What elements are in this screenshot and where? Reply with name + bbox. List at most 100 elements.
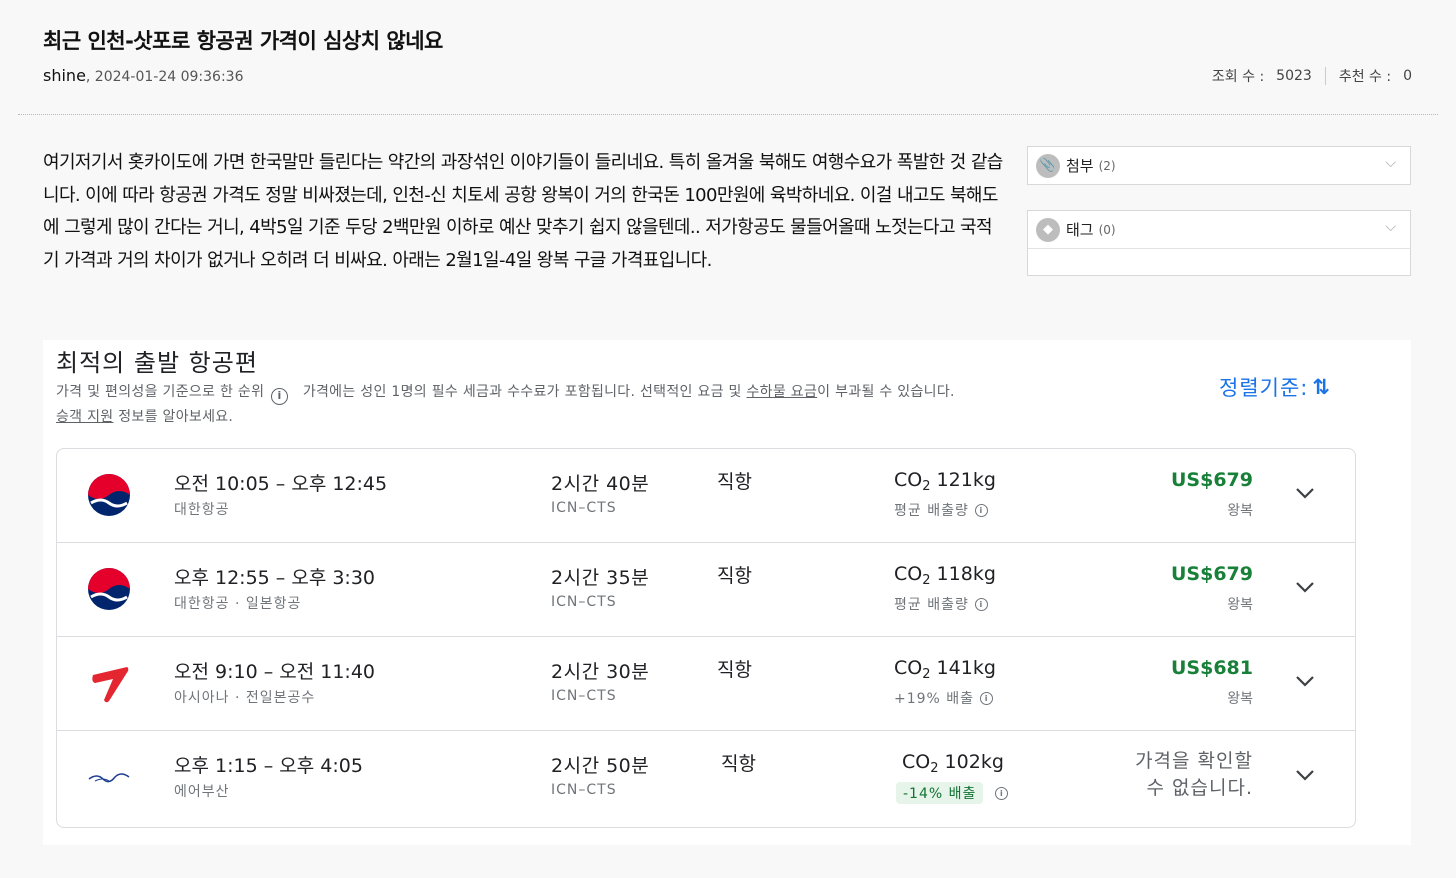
co2-prefix: CO	[894, 657, 923, 679]
tags-count: (0)	[1098, 222, 1116, 237]
emission-label: 평균 배출량	[894, 503, 969, 519]
expand-chevron-icon[interactable]	[1291, 573, 1319, 601]
emission-badge: -14% 배출	[896, 782, 984, 804]
trip-type: 왕복	[1227, 597, 1253, 613]
price-unavailable-line2: 수 없습니다.	[1146, 777, 1253, 799]
attachments-panel[interactable]: 📎 첨부 (2) ⌵	[1027, 146, 1411, 185]
air-busan-logo	[88, 773, 130, 783]
flight-route: ICN–CTS	[551, 688, 617, 704]
info-icon[interactable]: i	[974, 597, 988, 611]
recommend-label: 추천 수 :	[1338, 69, 1392, 85]
passenger-support-link[interactable]: 승객 지원	[56, 409, 113, 425]
support-note: 정보를 알아보세요.	[113, 409, 234, 425]
emission-note: 평균 배출량 i	[894, 594, 988, 614]
flight-row[interactable]: 오전 10:05 – 오후 12:45 대한항공 2시간 40분 ICN–CTS…	[57, 449, 1355, 543]
tags-panel[interactable]: ◆ 태그 (0) ⌵	[1027, 210, 1411, 276]
emission-note: +19% 배출 i	[894, 688, 994, 708]
flight-price: US$679	[1171, 469, 1253, 491]
stats-separator	[1324, 67, 1326, 85]
info-icon[interactable]: i	[271, 388, 289, 405]
price-note: 가격에는 성인 1명의 필수 세금과 수수료가 포함됩니다. 선택적인 요금 및	[302, 384, 747, 400]
flight-duration: 2시간 40분	[551, 473, 650, 495]
flight-stops: 직항	[717, 659, 752, 681]
flight-list: 오전 10:05 – 오후 12:45 대한항공 2시간 40분 ICN–CTS…	[56, 448, 1356, 828]
co2-prefix: CO	[902, 751, 931, 773]
post-title: 최근 인천-삿포로 항공권 가격이 심상치 않네요	[43, 29, 443, 53]
co2-value: 141kg	[930, 657, 996, 679]
flight-times: 오후 1:15 – 오후 4:05	[174, 755, 363, 777]
attachments-count: (2)	[1098, 158, 1116, 173]
flight-route: ICN–CTS	[551, 594, 617, 610]
chevron-down-icon[interactable]: ⌵	[1385, 219, 1396, 235]
airline-name: 에어부산	[174, 784, 230, 800]
korean-air-logo	[88, 568, 130, 610]
attachments-header[interactable]: 📎 첨부 (2) ⌵	[1028, 147, 1410, 184]
co2-amount: CO2 118kg	[894, 563, 996, 588]
emission-label: +19% 배출	[894, 691, 975, 707]
flight-stops: 직항	[717, 565, 752, 587]
tags-label: 태그	[1066, 221, 1094, 239]
author-name[interactable]: shine	[43, 66, 86, 85]
post-stats: 조회 수 : 5023 추천 수 : 0	[1212, 66, 1412, 86]
attachments-label: 첨부	[1066, 157, 1094, 175]
co2-amount: CO2 121kg	[894, 469, 996, 494]
expand-chevron-icon[interactable]	[1291, 761, 1319, 789]
header-divider	[18, 114, 1438, 115]
flight-duration: 2시간 50분	[551, 755, 650, 777]
co2-value: 102kg	[938, 751, 1004, 773]
baggage-fee-link[interactable]: 수하물 요금	[747, 384, 818, 400]
paperclip-icon: 📎	[1036, 153, 1060, 178]
sort-label: 정렬기준:	[1219, 376, 1309, 400]
flight-times: 오전 10:05 – 오후 12:45	[174, 473, 388, 495]
flight-price: US$681	[1171, 657, 1253, 679]
post-meta: shine, 2024-01-24 09:36:36	[43, 66, 244, 85]
emission-note: -14% 배출 i	[896, 782, 1009, 804]
ranking-note: 가격 및 편의성을 기준으로 한 순위	[56, 384, 265, 400]
co2-prefix: CO	[894, 469, 923, 491]
flight-times: 오후 12:55 – 오후 3:30	[174, 567, 375, 589]
flight-row[interactable]: 오후 1:15 – 오후 4:05 에어부산 2시간 50분 ICN–CTS 직…	[57, 731, 1355, 825]
co2-subscript: 2	[922, 479, 931, 494]
airline-name: 대한항공	[174, 502, 230, 518]
post-body: 여기저기서 홋카이도에 가면 한국말만 들린다는 약간의 과장섞인 이야기들이 …	[43, 152, 1003, 271]
flight-route: ICN–CTS	[551, 500, 617, 516]
airline-name: 대한항공 · 일본항공	[174, 596, 302, 612]
tag-icon: ◆	[1036, 217, 1060, 242]
co2-subscript: 2	[922, 667, 931, 682]
info-icon[interactable]: i	[980, 691, 994, 705]
flights-screenshot: 최적의 출발 항공편 가격 및 편의성을 기준으로 한 순위 i 가격에는 성인…	[43, 340, 1411, 845]
emission-note: 평균 배출량 i	[894, 500, 988, 520]
co2-amount: CO2 141kg	[894, 657, 996, 682]
asiana-logo	[92, 667, 129, 703]
sort-button[interactable]: 정렬기준: ⇅	[1219, 372, 1331, 402]
price-note-end: 이 부과될 수 있습니다.	[817, 384, 955, 400]
sort-arrows-icon: ⇅	[1312, 375, 1331, 399]
views-count: 5023	[1276, 68, 1312, 84]
chevron-down-icon[interactable]: ⌵	[1385, 155, 1396, 171]
co2-value: 121kg	[930, 469, 996, 491]
flight-duration: 2시간 30분	[551, 661, 650, 683]
co2-subscript: 2	[930, 761, 939, 776]
post-date: , 2024-01-24 09:36:36	[85, 69, 244, 85]
flight-times: 오전 9:10 – 오전 11:40	[174, 661, 375, 683]
tags-body	[1028, 248, 1410, 275]
info-icon[interactable]: i	[995, 786, 1009, 800]
emission-label: 평균 배출량	[894, 597, 969, 613]
price-unavailable-line1: 가격을 확인할	[1135, 750, 1253, 772]
co2-subscript: 2	[922, 573, 931, 588]
co2-amount: CO2 102kg	[902, 751, 1004, 776]
recommend-count: 0	[1403, 68, 1412, 84]
co2-prefix: CO	[894, 563, 923, 585]
flight-row[interactable]: 오후 12:55 – 오후 3:30 대한항공 · 일본항공 2시간 35분 I…	[57, 543, 1355, 637]
tags-header[interactable]: ◆ 태그 (0) ⌵	[1028, 211, 1410, 248]
flight-stops: 직항	[721, 753, 756, 775]
trip-type: 왕복	[1227, 691, 1253, 707]
expand-chevron-icon[interactable]	[1291, 479, 1319, 507]
flight-duration: 2시간 35분	[551, 567, 650, 589]
flight-row[interactable]: 오전 9:10 – 오전 11:40 아시아나 · 전일본공수 2시간 30분 …	[57, 637, 1355, 731]
info-icon[interactable]: i	[974, 503, 988, 517]
expand-chevron-icon[interactable]	[1291, 667, 1319, 695]
co2-value: 118kg	[930, 563, 996, 585]
flights-subtitle: 가격 및 편의성을 기준으로 한 순위 i 가격에는 성인 1명의 필수 세금과…	[56, 380, 1116, 430]
flight-stops: 직항	[717, 471, 752, 493]
